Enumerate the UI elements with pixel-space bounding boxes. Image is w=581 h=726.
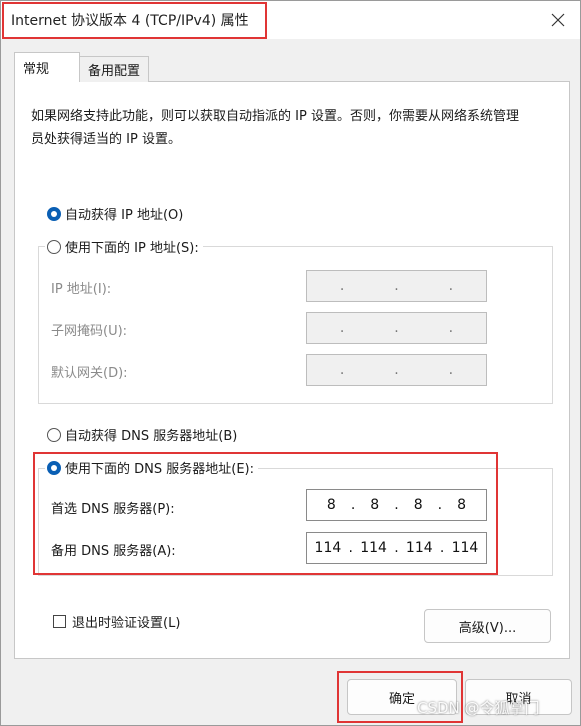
close-button[interactable] xyxy=(541,5,575,35)
default-gateway-label: 默认网关(D): xyxy=(51,366,128,381)
ip-address-label: IP 地址(I): xyxy=(51,282,112,297)
subnet-mask-label: 子网掩码(U): xyxy=(51,324,128,339)
default-gateway-input[interactable]: ... xyxy=(306,354,487,386)
subnet-mask-input[interactable]: ... xyxy=(306,312,487,344)
validate-on-exit-label: 退出时验证设置(L) xyxy=(72,616,181,631)
auto-dns-radio[interactable] xyxy=(47,427,61,442)
ip-address-input[interactable]: ... xyxy=(306,270,487,302)
tab-general[interactable]: 常规 xyxy=(14,52,80,82)
manual-ip-option[interactable]: 使用下面的 IP 地址(S): xyxy=(45,237,203,256)
title-highlight-box xyxy=(2,2,267,39)
close-icon xyxy=(551,13,565,27)
auto-ip-option[interactable]: 自动获得 IP 地址(O) xyxy=(47,204,183,223)
manual-ip-label: 使用下面的 IP 地址(S): xyxy=(65,241,199,256)
auto-dns-label: 自动获得 DNS 服务器地址(B) xyxy=(65,429,238,444)
manual-ip-radio[interactable] xyxy=(47,239,61,254)
validate-on-exit-checkbox[interactable] xyxy=(53,615,66,628)
auto-dns-option[interactable]: 自动获得 DNS 服务器地址(B) xyxy=(47,425,237,444)
dns-highlight-box xyxy=(33,452,498,575)
advanced-button[interactable]: 高级(V)... xyxy=(424,609,551,643)
auto-ip-label: 自动获得 IP 地址(O) xyxy=(65,208,184,223)
tcpip-properties-dialog: Internet 协议版本 4 (TCP/IPv4) 属性 常规 备用配置 如果… xyxy=(0,0,581,726)
tab-alternate-config[interactable]: 备用配置 xyxy=(79,56,149,82)
watermark-text: CSDN @令狐掌门 xyxy=(417,699,540,717)
validate-on-exit-option[interactable]: 退出时验证设置(L) xyxy=(53,612,180,631)
description-text: 如果网络支持此功能，则可以获取自动指派的 IP 设置。否则，你需要从网络系统管理… xyxy=(31,109,519,147)
auto-ip-radio[interactable] xyxy=(47,206,61,221)
